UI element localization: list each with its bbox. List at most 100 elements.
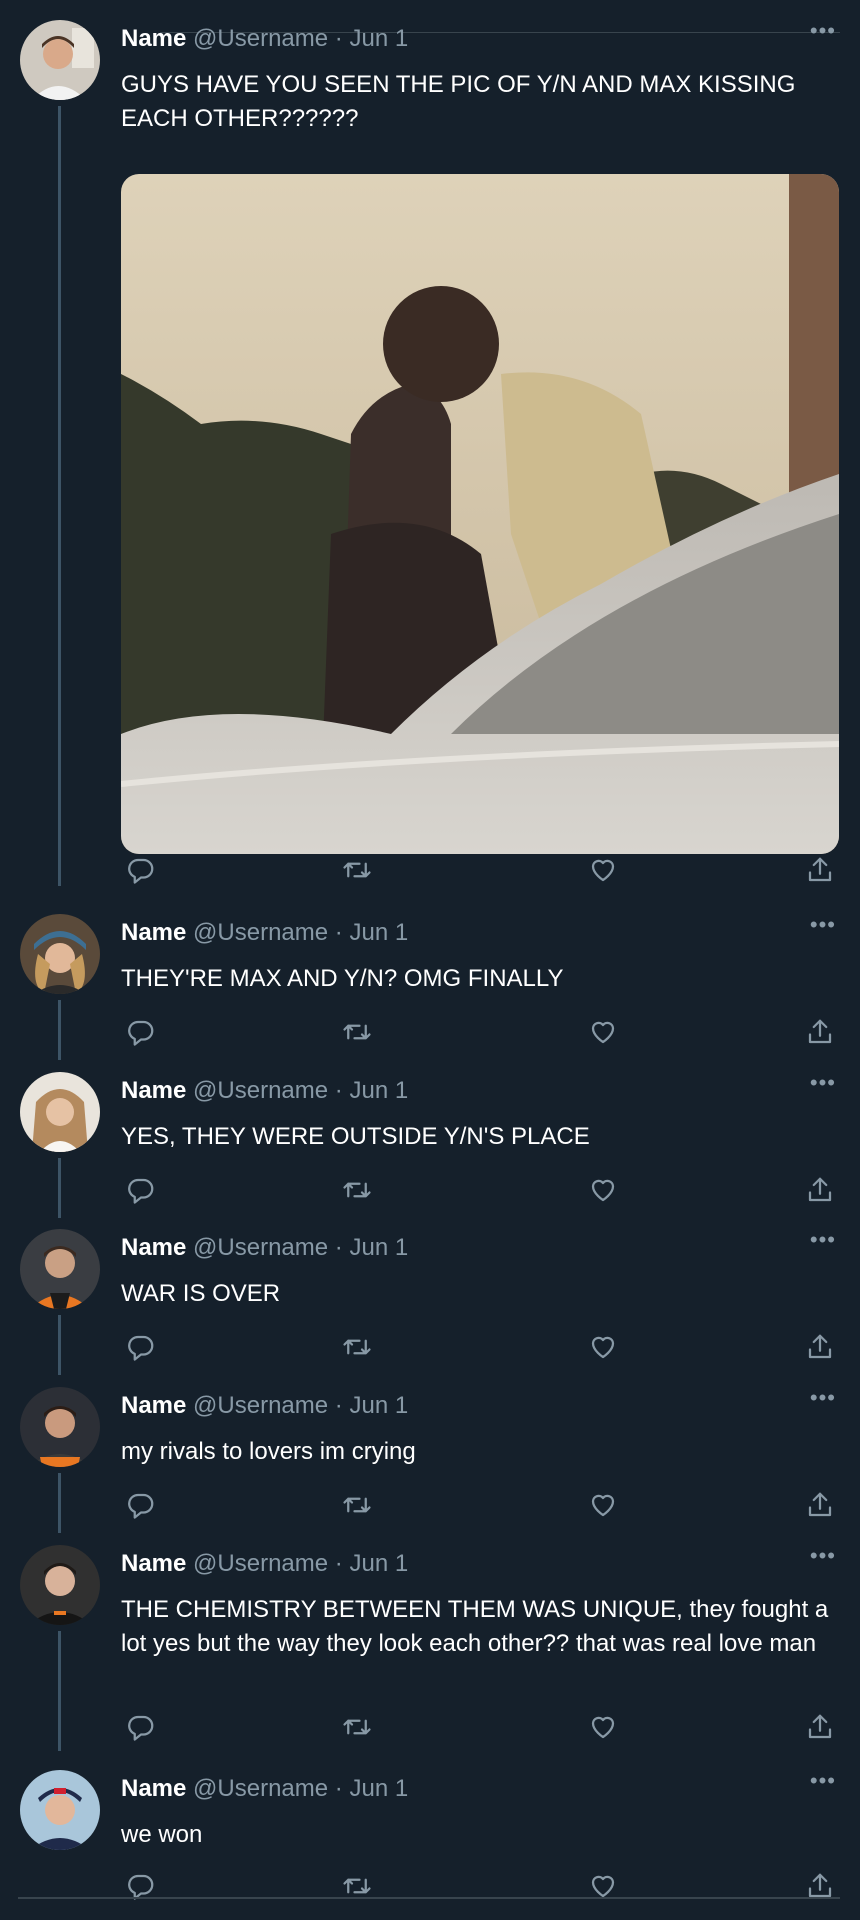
retweet-icon[interactable]: [339, 1487, 375, 1523]
more-icon[interactable]: •••: [810, 1072, 836, 1094]
retweet-icon[interactable]: [339, 1172, 375, 1208]
display-name[interactable]: Name: [121, 1775, 186, 1802]
tweet-text: YES, THEY WERE OUTSIDE Y/N'S PLACE: [121, 1123, 590, 1150]
tweet[interactable]: Name @Username · Jun 1 ••• GUYS HAVE YOU…: [0, 20, 860, 900]
retweet-icon[interactable]: [339, 1329, 375, 1365]
tweet[interactable]: Name @Username · Jun 1 ••• we won: [0, 1770, 860, 1900]
like-icon[interactable]: [585, 1172, 621, 1208]
retweet-icon[interactable]: [339, 1709, 375, 1745]
tweet-date[interactable]: Jun 1: [349, 1392, 408, 1419]
tweet-text: WAR IS OVER: [121, 1280, 281, 1307]
more-icon[interactable]: •••: [810, 1770, 836, 1792]
username[interactable]: @Username: [193, 1392, 328, 1419]
thread-line: [58, 1315, 61, 1375]
share-icon[interactable]: [802, 1329, 838, 1365]
display-name[interactable]: Name: [121, 1234, 186, 1261]
tweet-text: GUYS HAVE YOU SEEN THE PIC OF Y/N AND MA…: [121, 71, 796, 132]
display-name[interactable]: Name: [121, 1077, 186, 1104]
separator-dot: ·: [334, 1392, 343, 1419]
retweet-icon[interactable]: [339, 1014, 375, 1050]
separator-dot: ·: [334, 1775, 343, 1802]
tweet-date[interactable]: Jun 1: [349, 25, 408, 52]
reply-icon[interactable]: [123, 1172, 159, 1208]
tweet-header: Name @Username · Jun 1: [121, 24, 408, 54]
tweet-actions: [121, 852, 834, 888]
reply-icon[interactable]: [123, 852, 159, 888]
like-icon[interactable]: [585, 1329, 621, 1365]
tweet-text: we won: [121, 1821, 203, 1848]
username[interactable]: @Username: [193, 25, 328, 52]
avatar[interactable]: [20, 1545, 100, 1625]
more-icon[interactable]: •••: [810, 1545, 836, 1567]
reply-icon[interactable]: [123, 1487, 159, 1523]
avatar[interactable]: [20, 1770, 100, 1850]
tweet-actions: [121, 1709, 834, 1745]
tweet-date[interactable]: Jun 1: [349, 919, 408, 946]
like-icon[interactable]: [585, 1014, 621, 1050]
tweet[interactable]: Name @Username · Jun 1 ••• YES, THEY WER…: [0, 1072, 860, 1222]
more-icon[interactable]: •••: [810, 1229, 836, 1251]
thread-line: [58, 1000, 61, 1060]
tweet-header: Name @Username · Jun 1: [121, 1233, 408, 1263]
tweet-actions: [121, 1014, 834, 1050]
share-icon[interactable]: [802, 1172, 838, 1208]
username[interactable]: @Username: [193, 1775, 328, 1802]
tweet-actions: [121, 1172, 834, 1208]
share-icon[interactable]: [802, 1709, 838, 1745]
more-icon[interactable]: •••: [810, 1387, 836, 1409]
reply-icon[interactable]: [123, 1709, 159, 1745]
tweet-actions: [121, 1487, 834, 1523]
share-icon[interactable]: [802, 1014, 838, 1050]
thread-line: [58, 106, 61, 886]
like-icon[interactable]: [585, 852, 621, 888]
more-icon[interactable]: •••: [810, 914, 836, 936]
tweet-actions: [121, 1329, 834, 1365]
thread-line: [58, 1473, 61, 1533]
tweet[interactable]: Name @Username · Jun 1 ••• my rivals to …: [0, 1387, 860, 1537]
bottom-divider: [18, 1897, 840, 1899]
more-icon[interactable]: •••: [810, 20, 836, 42]
tweet-header: Name @Username · Jun 1: [121, 1774, 408, 1804]
tweet-text: THEY'RE MAX AND Y/N? OMG FINALLY: [121, 965, 564, 992]
reply-icon[interactable]: [123, 1014, 159, 1050]
tweet-date[interactable]: Jun 1: [349, 1077, 408, 1104]
tweet[interactable]: Name @Username · Jun 1 ••• THEY'RE MAX A…: [0, 914, 860, 1064]
tweet-text: my rivals to lovers im crying: [121, 1438, 416, 1465]
username[interactable]: @Username: [193, 1550, 328, 1577]
display-name[interactable]: Name: [121, 25, 186, 52]
display-name[interactable]: Name: [121, 1392, 186, 1419]
separator-dot: ·: [334, 919, 343, 946]
share-icon[interactable]: [802, 1487, 838, 1523]
retweet-icon[interactable]: [339, 852, 375, 888]
thread-line: [58, 1631, 61, 1751]
avatar[interactable]: [20, 20, 100, 100]
separator-dot: ·: [334, 1550, 343, 1577]
separator-dot: ·: [334, 1234, 343, 1261]
avatar[interactable]: [20, 1229, 100, 1309]
username[interactable]: @Username: [193, 1234, 328, 1261]
tweet-date[interactable]: Jun 1: [349, 1550, 408, 1577]
separator-dot: ·: [334, 1077, 343, 1104]
username[interactable]: @Username: [193, 1077, 328, 1104]
avatar[interactable]: [20, 1072, 100, 1152]
tweet[interactable]: Name @Username · Jun 1 ••• WAR IS OVER: [0, 1229, 860, 1379]
tweet-thread: Name @Username · Jun 1 ••• GUYS HAVE YOU…: [0, 0, 860, 1920]
avatar[interactable]: [20, 914, 100, 994]
tweet-date[interactable]: Jun 1: [349, 1775, 408, 1802]
like-icon[interactable]: [585, 1709, 621, 1745]
display-name[interactable]: Name: [121, 919, 186, 946]
tweet-photo[interactable]: [121, 174, 839, 854]
username[interactable]: @Username: [193, 919, 328, 946]
like-icon[interactable]: [585, 1487, 621, 1523]
tweet[interactable]: Name @Username · Jun 1 ••• THE CHEMISTRY…: [0, 1545, 860, 1757]
tweet-header: Name @Username · Jun 1: [121, 1391, 408, 1421]
tweet-text: THE CHEMISTRY BETWEEN THEM WAS UNIQUE, t…: [121, 1596, 829, 1657]
tweet-header: Name @Username · Jun 1: [121, 1549, 408, 1579]
tweet-header: Name @Username · Jun 1: [121, 918, 408, 948]
reply-icon[interactable]: [123, 1329, 159, 1365]
separator-dot: ·: [334, 25, 343, 52]
avatar[interactable]: [20, 1387, 100, 1467]
tweet-date[interactable]: Jun 1: [349, 1234, 408, 1261]
share-icon[interactable]: [802, 852, 838, 888]
display-name[interactable]: Name: [121, 1550, 186, 1577]
